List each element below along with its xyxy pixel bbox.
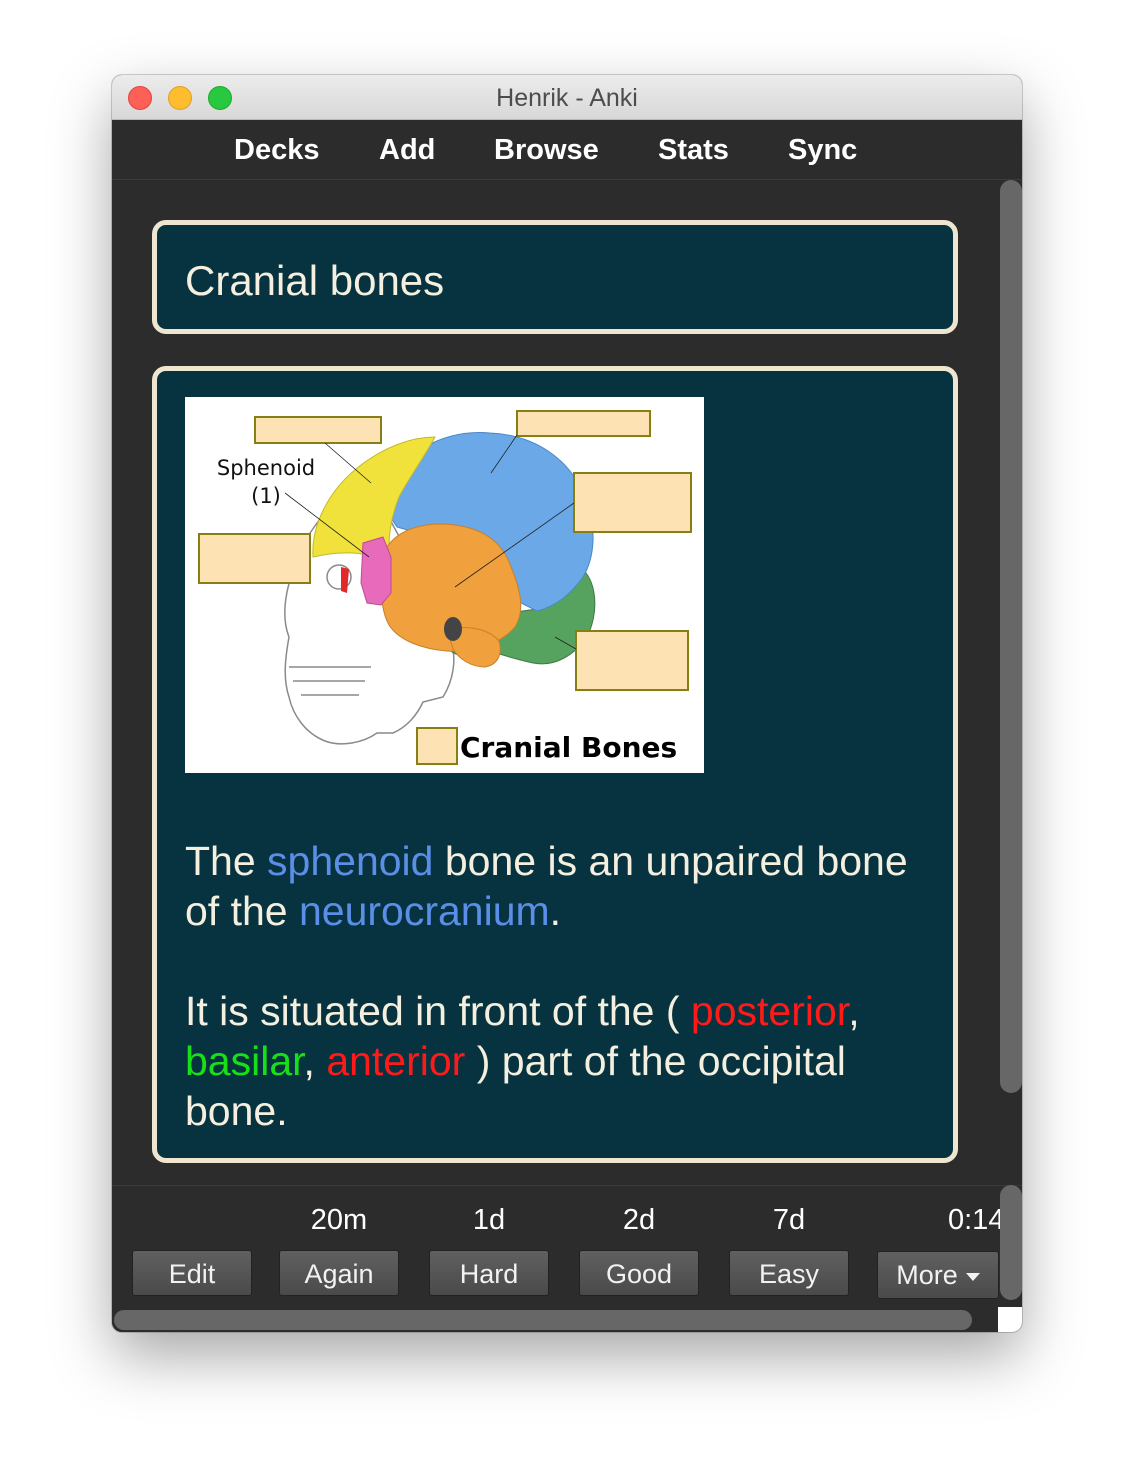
- nav-add[interactable]: Add: [379, 120, 435, 180]
- more-button-label: More: [896, 1260, 958, 1290]
- ear-canal: [444, 617, 462, 641]
- answer-text-run: ,: [848, 988, 860, 1034]
- label-box-right-upper: [573, 472, 692, 533]
- answer-text: The sphenoid bone is an unpaired bone of…: [185, 836, 925, 1136]
- anki-window: Henrik - Anki Decks Add Browse Stats Syn…: [112, 75, 1022, 1332]
- interval-again: 20m: [310, 1204, 368, 1236]
- horizontal-scroll-thumb[interactable]: [114, 1310, 972, 1330]
- main-toolbar: Decks Add Browse Stats Sync: [112, 120, 1022, 180]
- answer-text-run: .: [549, 888, 562, 934]
- scroll-corner: [998, 1307, 1022, 1332]
- title-bar: Henrik - Anki: [112, 75, 1022, 120]
- label-box-caption: [416, 727, 458, 765]
- hard-button[interactable]: Hard: [429, 1250, 549, 1296]
- answer-text-run: ,: [303, 1038, 327, 1084]
- sphenoid-label: Sphenoid: [217, 456, 315, 480]
- highlight-neurocranium: neurocranium: [298, 888, 550, 934]
- answer-bar: 20m 1d 2d 7d 0:14 Edit Again Hard Good E…: [112, 1185, 1022, 1307]
- option-posterior: posterior: [690, 988, 849, 1034]
- diagram-caption: Cranial Bones: [460, 731, 677, 764]
- option-anterior: anterior: [326, 1038, 466, 1084]
- interval-good: 2d: [622, 1204, 656, 1236]
- label-box-left: [198, 533, 311, 584]
- card-scroll-thumb[interactable]: [1000, 180, 1022, 1093]
- window-title: Henrik - Anki: [496, 84, 638, 112]
- pink-sphenoid: [360, 536, 392, 606]
- label-box-right-lower: [575, 630, 689, 691]
- card-back: Sphenoid (1) Cranial Bones The sphenoid …: [152, 366, 958, 1163]
- answer-paragraph-1: The sphenoid bone is an unpaired bone of…: [185, 836, 925, 936]
- highlight-sphenoid: sphenoid: [267, 838, 434, 884]
- chevron-down-icon: [965, 1272, 980, 1281]
- horizontal-scrollbar[interactable]: [112, 1307, 998, 1332]
- cranial-bones-diagram: Sphenoid (1) Cranial Bones: [185, 397, 704, 773]
- interval-easy: 7d: [772, 1204, 806, 1236]
- answer-paragraph-2: It is situated in front of the ( posteri…: [185, 986, 925, 1136]
- label-box-top-right: [516, 410, 651, 437]
- nav-browse[interactable]: Browse: [494, 120, 599, 180]
- card-view: Cranial bones Sphenoid (1) Cranial Bones…: [112, 180, 997, 1185]
- answer-text-run: The: [185, 838, 268, 884]
- interval-hard: 1d: [472, 1204, 506, 1236]
- card-front: Cranial bones: [152, 220, 958, 334]
- edit-button[interactable]: Edit: [132, 1250, 252, 1296]
- good-button[interactable]: Good: [579, 1250, 699, 1296]
- nav-stats[interactable]: Stats: [658, 120, 729, 180]
- card-vertical-scrollbar[interactable]: [998, 180, 1022, 1185]
- more-button[interactable]: More: [877, 1251, 999, 1299]
- easy-button[interactable]: Easy: [729, 1250, 849, 1296]
- nav-sync[interactable]: Sync: [788, 120, 857, 180]
- label-box-top-left: [254, 416, 382, 444]
- sphenoid-number-label: (1): [251, 484, 281, 508]
- option-basilar: basilar: [185, 1038, 304, 1084]
- nav-decks[interactable]: Decks: [234, 120, 319, 180]
- again-button[interactable]: Again: [279, 1250, 399, 1296]
- front-text: Cranial bones: [185, 257, 445, 304]
- answer-bar-scroll-thumb[interactable]: [1000, 1185, 1022, 1300]
- answer-text-run: It is situated in front of the (: [185, 988, 691, 1034]
